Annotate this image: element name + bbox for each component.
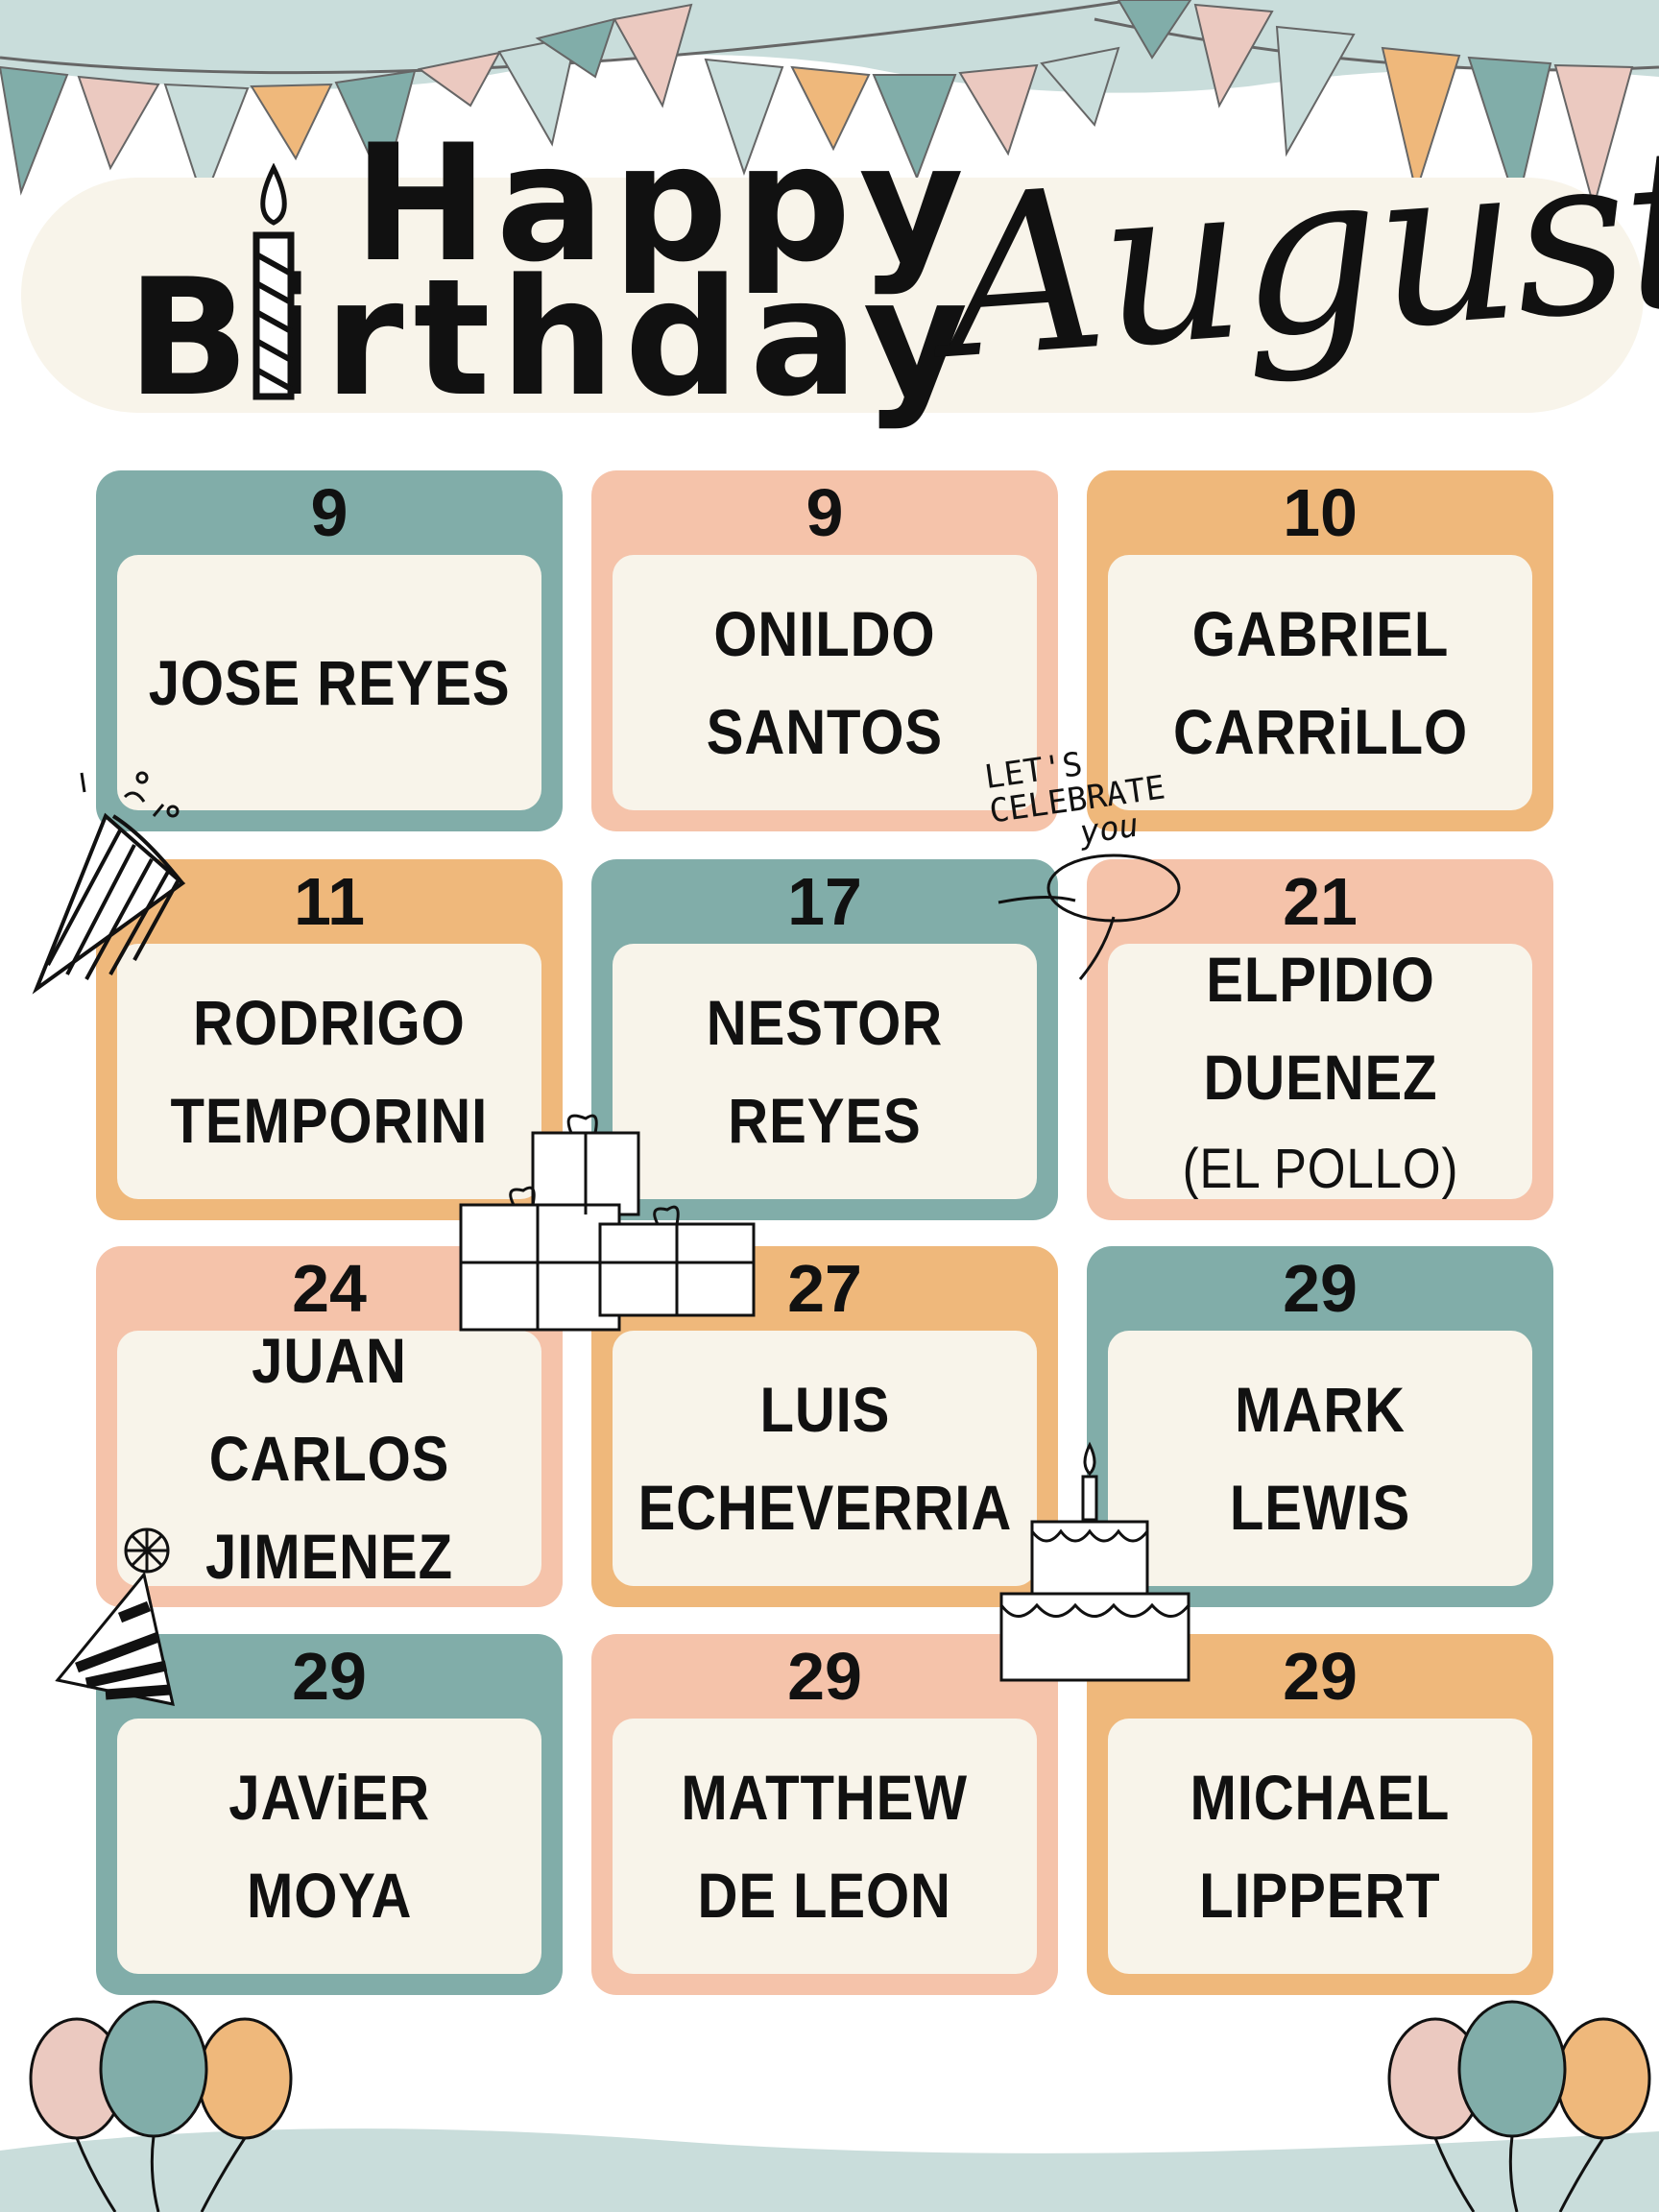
name-line: JAViER [228,1761,430,1833]
birthday-name: ONILDO SANTOS [707,585,943,781]
name-line: DE LEON [697,1860,952,1931]
birthday-date: 9 [310,475,349,550]
name-line: ECHEVERRIA [637,1472,1012,1543]
birthday-name: JAViER MOYA [228,1748,430,1945]
name-line: ONILDO [713,597,936,669]
birthday-date: 10 [1283,475,1358,550]
party-horn-icon [32,771,186,995]
title-month: August [936,99,1659,409]
name-line: LEWIS [1229,1472,1411,1543]
name-line: JUAN CARLOS [208,1324,450,1494]
name-line: CARRiLLO [1172,696,1468,767]
birthday-name: GABRIEL CARRiLLO [1172,585,1467,781]
name-line: MARK [1235,1373,1406,1445]
card-panel: MATTHEW DE LEON [613,1719,1037,1974]
birthday-date: 29 [1283,1251,1358,1326]
swirl-icon [998,854,1181,980]
name-line: NESTOR [706,986,944,1058]
name-line: JOSE REYES [148,646,511,718]
birthday-name: MATTHEW DE LEON [682,1748,969,1945]
birthday-name: MARK LEWIS [1230,1360,1410,1557]
birthday-name: LUIS ECHEVERRIA [637,1360,1012,1557]
name-line: SANTOS [706,696,944,767]
name-line: (EL POLLO) [1182,1138,1458,1201]
birthday-name: MICHAEL LIPPERT [1190,1748,1451,1945]
birthday-name: JOSE REYES [149,634,511,732]
party-hat-icon [55,1527,175,1706]
poster: Happy Birthday August 9 JOSE REYES 9 ONILDO… [0,0,1659,2212]
card-panel: ONILDO SANTOS [613,555,1037,810]
birthday-name: ELPIDIO DUENEZ (EL POLLO) [1182,930,1458,1213]
name-line: DUENEZ [1202,1042,1438,1114]
name-line: JIMENEZ [205,1521,453,1593]
name-line: LUIS [759,1373,890,1445]
candle-icon [252,163,295,400]
name-line: TEMPORINI [170,1085,489,1156]
card-panel: MICHAEL LIPPERT [1108,1719,1532,1974]
name-line: LIPPERT [1199,1860,1441,1931]
card-panel: JAViER MOYA [117,1719,541,1974]
birthday-name: JUAN CARLOS JIMENEZ [143,1311,517,1606]
birthday-date: 29 [787,1639,862,1714]
birthday-name: RODRIGO TEMPORINI [171,974,489,1170]
name-line: MOYA [246,1860,413,1931]
balloons-icon [1387,2000,1651,2212]
birthday-card: 29 MATTHEW DE LEON [591,1634,1058,1995]
name-line: GABRIEL [1191,597,1449,669]
name-line: RODRIGO [193,986,466,1058]
card-panel: GABRIEL CARRiLLO [1108,555,1532,810]
birthday-date: 9 [805,475,844,550]
name-line: MATTHEW [681,1761,969,1833]
cake-icon [999,1441,1190,1682]
card-panel: LUIS ECHEVERRIA [613,1331,1037,1586]
gifts-icon [459,1114,756,1332]
name-line: ELPIDIO [1205,943,1435,1015]
name-line: MICHAEL [1190,1761,1451,1833]
balloons-icon [29,2000,293,2212]
